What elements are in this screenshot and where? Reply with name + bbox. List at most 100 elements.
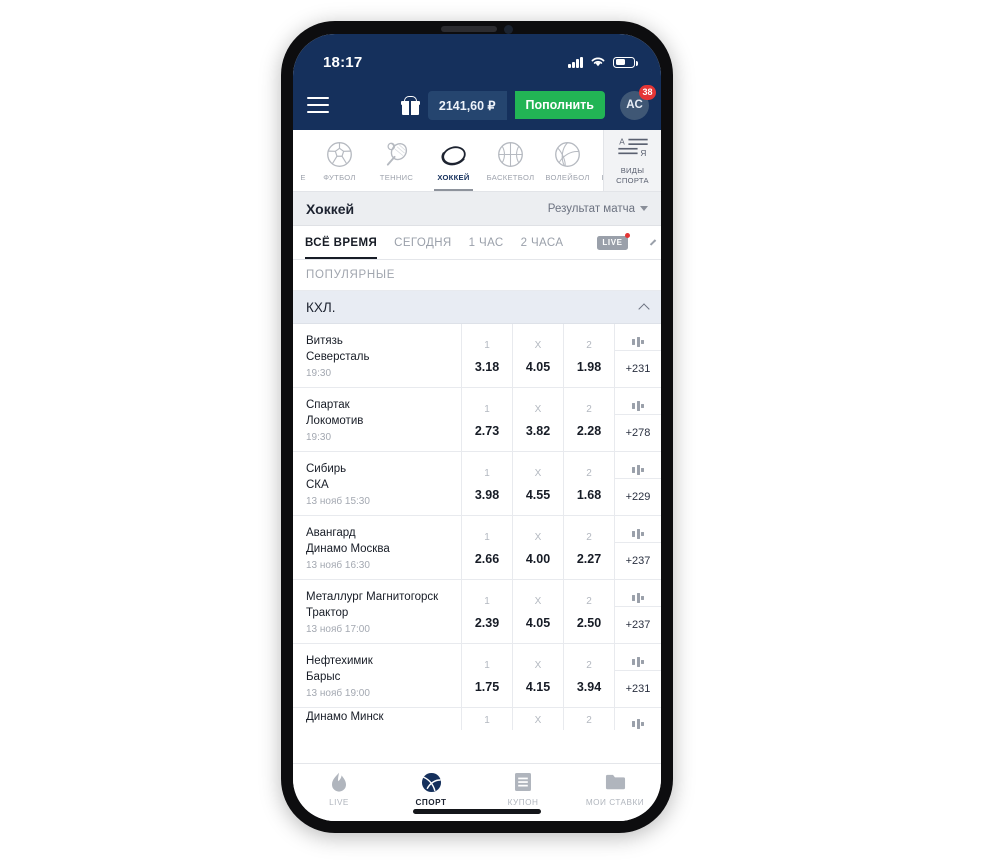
odd-draw[interactable]: X 4.15 — [512, 644, 563, 707]
tab-2-hours[interactable]: 2 ЧАСА — [521, 226, 564, 259]
odd-home[interactable]: 1 3.98 — [461, 452, 512, 515]
all-sports-button[interactable]: A Я ВИДЫ СПОРТА — [603, 130, 661, 191]
odd-away[interactable]: 2 3.94 — [563, 644, 614, 707]
table-row[interactable]: Сибирь СКА 13 нояб 15:30 1 3.98 X 4.55 2… — [293, 452, 661, 516]
odd-home[interactable]: 1 2.39 — [461, 580, 512, 643]
odd-key: 1 — [484, 339, 490, 351]
tab-all-time[interactable]: ВСЁ ВРЕМЯ — [305, 226, 378, 259]
match-teams[interactable]: Динамо Минск — [293, 708, 461, 730]
chevron-right-icon[interactable] — [649, 239, 656, 246]
more-markets[interactable]: +278 — [614, 388, 661, 451]
sport-tab-football[interactable]: ФУТБОЛ — [311, 130, 368, 191]
odd-value: 3.18 — [474, 359, 500, 374]
away-team: Динамо Москва — [306, 543, 390, 555]
market-selector-label: Результат матча — [547, 202, 635, 215]
gift-icon[interactable] — [400, 95, 420, 115]
tab-1-hour[interactable]: 1 ЧАС — [469, 226, 504, 259]
more-markets[interactable]: +229 — [614, 452, 661, 515]
more-markets[interactable]: +231 — [614, 644, 661, 707]
match-teams[interactable]: Авангард Динамо Москва 13 нояб 16:30 — [293, 516, 461, 579]
bottom-nav-coupon[interactable]: КУПОН — [477, 771, 569, 807]
table-row[interactable]: Авангард Динамо Москва 13 нояб 16:30 1 2… — [293, 516, 661, 580]
odd-home[interactable]: 1 — [461, 708, 512, 730]
odds-group: 1 X 2 — [461, 708, 614, 730]
odd-draw[interactable]: X 3.82 — [512, 388, 563, 451]
phone-screen: 18:17 2141,60 ₽ Пополнить AC 38 Е ФУТБОЛ… — [293, 34, 661, 821]
away-team: СКА — [306, 479, 329, 491]
odd-home[interactable]: 1 2.66 — [461, 516, 512, 579]
odd-home[interactable]: 1 3.18 — [461, 324, 512, 387]
svg-text:A: A — [619, 137, 625, 146]
tab-today[interactable]: СЕГОДНЯ — [394, 226, 451, 259]
match-teams[interactable]: Нефтехимик Барыс 13 нояб 19:00 — [293, 644, 461, 707]
odd-away[interactable]: 2 2.27 — [563, 516, 614, 579]
away-team: Локомотив — [306, 415, 364, 427]
odd-value: 2.28 — [576, 423, 602, 438]
table-row[interactable]: Нефтехимик Барыс 13 нояб 19:00 1 1.75 X … — [293, 644, 661, 708]
home-team: Сибирь — [306, 463, 347, 476]
bottom-nav-sport[interactable]: СПОРТ — [385, 771, 477, 807]
more-markets-count: +229 — [615, 478, 661, 515]
table-row[interactable]: Спартак Локомотив 19:30 1 2.73 X 3.82 2 … — [293, 388, 661, 452]
bottom-nav-my-bets[interactable]: МОИ СТАВКИ — [569, 771, 661, 807]
odd-home[interactable]: 1 1.75 — [461, 644, 512, 707]
odd-value: 2.66 — [474, 551, 500, 566]
home-team: Металлург Магнитогорск — [306, 591, 439, 604]
odd-away[interactable]: 2 2.28 — [563, 388, 614, 451]
table-row[interactable]: Витязь Северсталь 19:30 1 3.18 X 4.05 2 … — [293, 324, 661, 388]
section-header: Хоккей Результат матча — [293, 192, 661, 226]
more-markets[interactable]: +237 — [614, 580, 661, 643]
more-markets[interactable]: +237 — [614, 516, 661, 579]
odd-draw[interactable]: X — [512, 708, 563, 730]
odd-home[interactable]: 1 2.73 — [461, 388, 512, 451]
odd-value: 1.98 — [576, 359, 602, 374]
chevron-up-icon[interactable] — [638, 302, 650, 315]
balance-display[interactable]: 2141,60 ₽ — [427, 90, 507, 120]
odd-value: 4.05 — [525, 359, 551, 374]
odd-away[interactable]: 2 1.98 — [563, 324, 614, 387]
odd-draw[interactable]: X 4.00 — [512, 516, 563, 579]
match-teams[interactable]: Сибирь СКА 13 нояб 15:30 — [293, 452, 461, 515]
odd-key: X — [534, 714, 542, 726]
odd-draw[interactable]: X 4.55 — [512, 452, 563, 515]
bottom-nav-live[interactable]: LIVE — [293, 771, 385, 807]
match-time: 19:30 — [306, 431, 332, 443]
more-markets[interactable]: +231 — [614, 324, 661, 387]
odd-away[interactable]: 2 2.50 — [563, 580, 614, 643]
sport-partial-icon — [596, 140, 603, 170]
sport-tab-volleyball[interactable]: ВОЛЕЙБОЛ — [539, 130, 596, 191]
odd-draw[interactable]: X 4.05 — [512, 580, 563, 643]
chevron-down-icon — [640, 206, 648, 211]
home-indicator[interactable] — [413, 809, 541, 814]
match-teams[interactable]: Спартак Локомотив 19:30 — [293, 388, 461, 451]
league-header-khl[interactable]: КХЛ. — [293, 291, 661, 324]
live-badge[interactable]: LIVE — [597, 233, 631, 250]
odd-value: 1.75 — [474, 679, 500, 694]
hamburger-menu-icon[interactable] — [307, 97, 329, 113]
all-sports-line2: СПОРТА — [616, 175, 649, 185]
odds-group: 1 2.73 X 3.82 2 2.28 — [461, 388, 614, 451]
live-badge-label: LIVE — [602, 238, 623, 247]
match-teams[interactable]: Металлург Магнитогорск Трактор 13 нояб 1… — [293, 580, 461, 643]
odd-key: 2 — [586, 339, 592, 351]
sport-tab-partial-right[interactable]: К — [596, 130, 603, 191]
table-row[interactable]: Динамо Минск 1 X 2 — [293, 708, 661, 730]
more-markets[interactable] — [614, 708, 661, 730]
sport-tab-hockey[interactable]: ХОККЕЙ — [425, 130, 482, 191]
topup-button[interactable]: Пополнить — [514, 91, 605, 119]
table-row[interactable]: Металлург Магнитогорск Трактор 13 нояб 1… — [293, 580, 661, 644]
odd-away[interactable]: 2 1.68 — [563, 452, 614, 515]
phone-notch — [417, 21, 537, 37]
match-teams[interactable]: Витязь Северсталь 19:30 — [293, 324, 461, 387]
sports-scroll-container[interactable]: Е ФУТБОЛ ТЕННИС ХОККЕЙ БАСКЕТБОЛ ВОЛЕЙБО… — [293, 130, 603, 191]
sport-tab-tennis[interactable]: ТЕННИС — [368, 130, 425, 191]
avatar-container[interactable]: AC 38 — [620, 84, 656, 120]
sport-tab-basketball[interactable]: БАСКЕТБОЛ — [482, 130, 539, 191]
sport-tab-partial-left[interactable]: Е — [295, 130, 311, 191]
odd-draw[interactable]: X 4.05 — [512, 324, 563, 387]
odd-away[interactable]: 2 — [563, 708, 614, 730]
league-name: КХЛ. — [306, 299, 336, 315]
odd-value: 2.73 — [474, 423, 500, 438]
market-selector[interactable]: Результат матча — [548, 203, 648, 215]
more-markets-count: +278 — [615, 414, 661, 451]
